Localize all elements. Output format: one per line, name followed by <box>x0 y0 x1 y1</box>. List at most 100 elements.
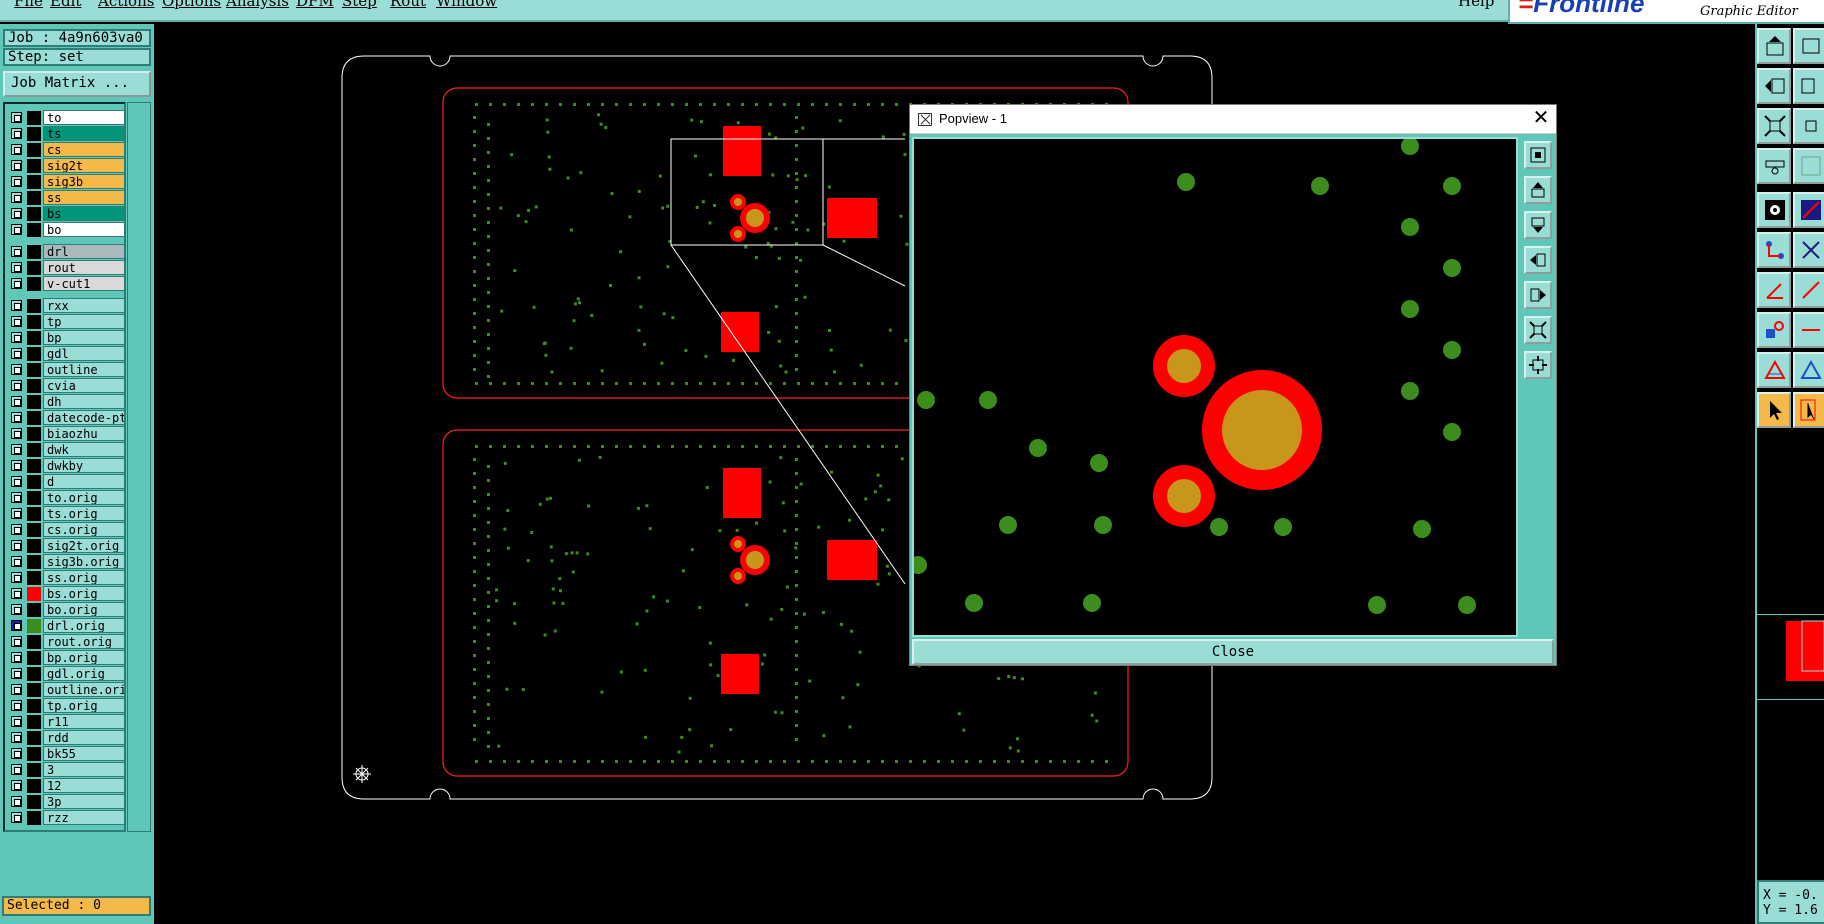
popview-zoom-home-icon[interactable] <box>1524 141 1552 169</box>
menu-step[interactable]: Step <box>342 0 377 10</box>
layer-checkbox[interactable] <box>11 364 22 375</box>
layer-name[interactable]: ts <box>43 126 124 141</box>
layer-name[interactable]: rout <box>43 260 124 275</box>
zoom-out-icon[interactable] <box>1793 108 1824 144</box>
pan-icon[interactable] <box>1793 28 1824 64</box>
layer-checkbox[interactable] <box>11 160 22 171</box>
layer-name[interactable]: dh <box>43 394 124 409</box>
layer-checkbox[interactable] <box>11 732 22 743</box>
layer-row-bk55[interactable]: bk55 <box>9 746 124 761</box>
layer-color-swatch[interactable] <box>27 603 41 617</box>
layer-row-cvia[interactable]: cvia <box>9 378 124 393</box>
popview-zoom-view[interactable] <box>912 137 1518 637</box>
layer-row-ts-orig[interactable]: ts.orig <box>9 506 124 521</box>
layer-row-to[interactable]: to <box>9 110 124 125</box>
layer-checkbox[interactable] <box>11 620 22 631</box>
layer-name[interactable]: r11 <box>43 714 124 729</box>
popview-zoom-in-icon[interactable] <box>1524 316 1552 344</box>
layer-name[interactable]: bs.orig <box>43 586 124 601</box>
layer-color-swatch[interactable] <box>27 587 41 601</box>
layer-color-swatch[interactable] <box>27 207 41 221</box>
layer-name[interactable]: bk55 <box>43 746 124 761</box>
layer-name[interactable]: rout.orig <box>43 634 124 649</box>
popview-titlebar[interactable]: Popview - 1 ✕ <box>910 105 1556 134</box>
layer-color-swatch[interactable] <box>27 667 41 681</box>
layer-color-swatch[interactable] <box>27 395 41 409</box>
popview-close-icon[interactable]: ✕ <box>1530 107 1552 129</box>
layer-row-drl-orig[interactable]: drl.orig <box>9 618 124 633</box>
layer-name[interactable]: rdd <box>43 730 124 745</box>
pointer-icon[interactable] <box>1757 392 1791 428</box>
layer-checkbox[interactable] <box>11 412 22 423</box>
layer-color-swatch[interactable] <box>27 619 41 633</box>
layer-row-rxx[interactable]: rxx <box>9 298 124 313</box>
layer-row-v-cut1[interactable]: v-cut1 <box>9 276 124 291</box>
layer-color-swatch[interactable] <box>27 427 41 441</box>
layer-name[interactable]: rxx <box>43 298 124 313</box>
layer-name[interactable]: to.orig <box>43 490 124 505</box>
layer-checkbox[interactable] <box>11 556 22 567</box>
layer-row-3p[interactable]: 3p <box>9 794 124 809</box>
layer-name[interactable]: 12 <box>43 778 124 793</box>
job-matrix-button[interactable]: Job Matrix ... <box>3 71 151 97</box>
layer-checkbox[interactable] <box>11 796 22 807</box>
layer-color-swatch[interactable] <box>27 175 41 189</box>
layer-name[interactable]: to <box>43 110 124 125</box>
layer-name[interactable]: bo.orig <box>43 602 124 617</box>
layer-row-biaozhu[interactable]: biaozhu <box>9 426 124 441</box>
layer-color-swatch[interactable] <box>27 127 41 141</box>
layer-checkbox[interactable] <box>11 176 22 187</box>
layer-row-drl[interactable]: drl <box>9 244 124 259</box>
layer-name[interactable]: bs <box>43 206 124 221</box>
layer-row-rout[interactable]: rout <box>9 260 124 275</box>
layer-checkbox[interactable] <box>11 684 22 695</box>
layer-row-outline[interactable]: outline <box>9 362 124 377</box>
layer-checkbox[interactable] <box>11 540 22 551</box>
layer-checkbox[interactable] <box>11 652 22 663</box>
layer-row-sig3b[interactable]: sig3b <box>9 174 124 189</box>
layer-name[interactable]: sig3b.orig <box>43 554 124 569</box>
layer-name[interactable]: tp <box>43 314 124 329</box>
layer-row-d[interactable]: d <box>9 474 124 489</box>
popview-pan-up-icon[interactable] <box>1524 176 1552 204</box>
layer-name[interactable]: drl <box>43 244 124 259</box>
menu-analysis[interactable]: Analysis <box>226 0 289 10</box>
layer-checkbox[interactable] <box>11 764 22 775</box>
layer-row-bp[interactable]: bp <box>9 330 124 345</box>
layer-row-sig2t-orig[interactable]: sig2t.orig <box>9 538 124 553</box>
select-pad-icon[interactable] <box>1757 192 1791 228</box>
layer-name[interactable]: bp.orig <box>43 650 124 665</box>
layer-row-3[interactable]: 3 <box>9 762 124 777</box>
layer-color-swatch[interactable] <box>27 571 41 585</box>
layer-name[interactable]: outline <box>43 362 124 377</box>
layer-color-swatch[interactable] <box>27 363 41 377</box>
layer-row-bs-orig[interactable]: bs.orig <box>9 586 124 601</box>
layer-row-gdl-orig[interactable]: gdl.orig <box>9 666 124 681</box>
layer-name[interactable]: dwk <box>43 442 124 457</box>
layer-checkbox[interactable] <box>11 460 22 471</box>
layer-checkbox[interactable] <box>11 112 22 123</box>
layer-color-swatch[interactable] <box>27 747 41 761</box>
layer-name[interactable]: outline.orig <box>43 682 124 697</box>
layer-color-swatch[interactable] <box>27 459 41 473</box>
layer-name[interactable]: gdl.orig <box>43 666 124 681</box>
layer-name[interactable]: bp <box>43 330 124 345</box>
zoom-home-icon[interactable] <box>1757 28 1791 64</box>
layer-color-swatch[interactable] <box>27 763 41 777</box>
popview-close-button[interactable]: Close <box>912 639 1554 665</box>
layer-checkbox[interactable] <box>11 348 22 359</box>
layer-name[interactable]: sig3b <box>43 174 124 189</box>
layer-color-swatch[interactable] <box>27 277 41 291</box>
layer-color-swatch[interactable] <box>27 779 41 793</box>
layer-checkbox[interactable] <box>11 278 22 289</box>
layer-color-swatch[interactable] <box>27 443 41 457</box>
pad-snap-icon[interactable] <box>1757 312 1791 348</box>
layer-row-bo[interactable]: bo <box>9 222 124 237</box>
layer-name[interactable]: ss <box>43 190 124 205</box>
layer-checkbox[interactable] <box>11 668 22 679</box>
menu-file[interactable]: File <box>14 0 43 10</box>
layer-name[interactable]: dwkby <box>43 458 124 473</box>
layer-color-swatch[interactable] <box>27 651 41 665</box>
layer-color-swatch[interactable] <box>27 731 41 745</box>
layer-row-ss[interactable]: ss <box>9 190 124 205</box>
